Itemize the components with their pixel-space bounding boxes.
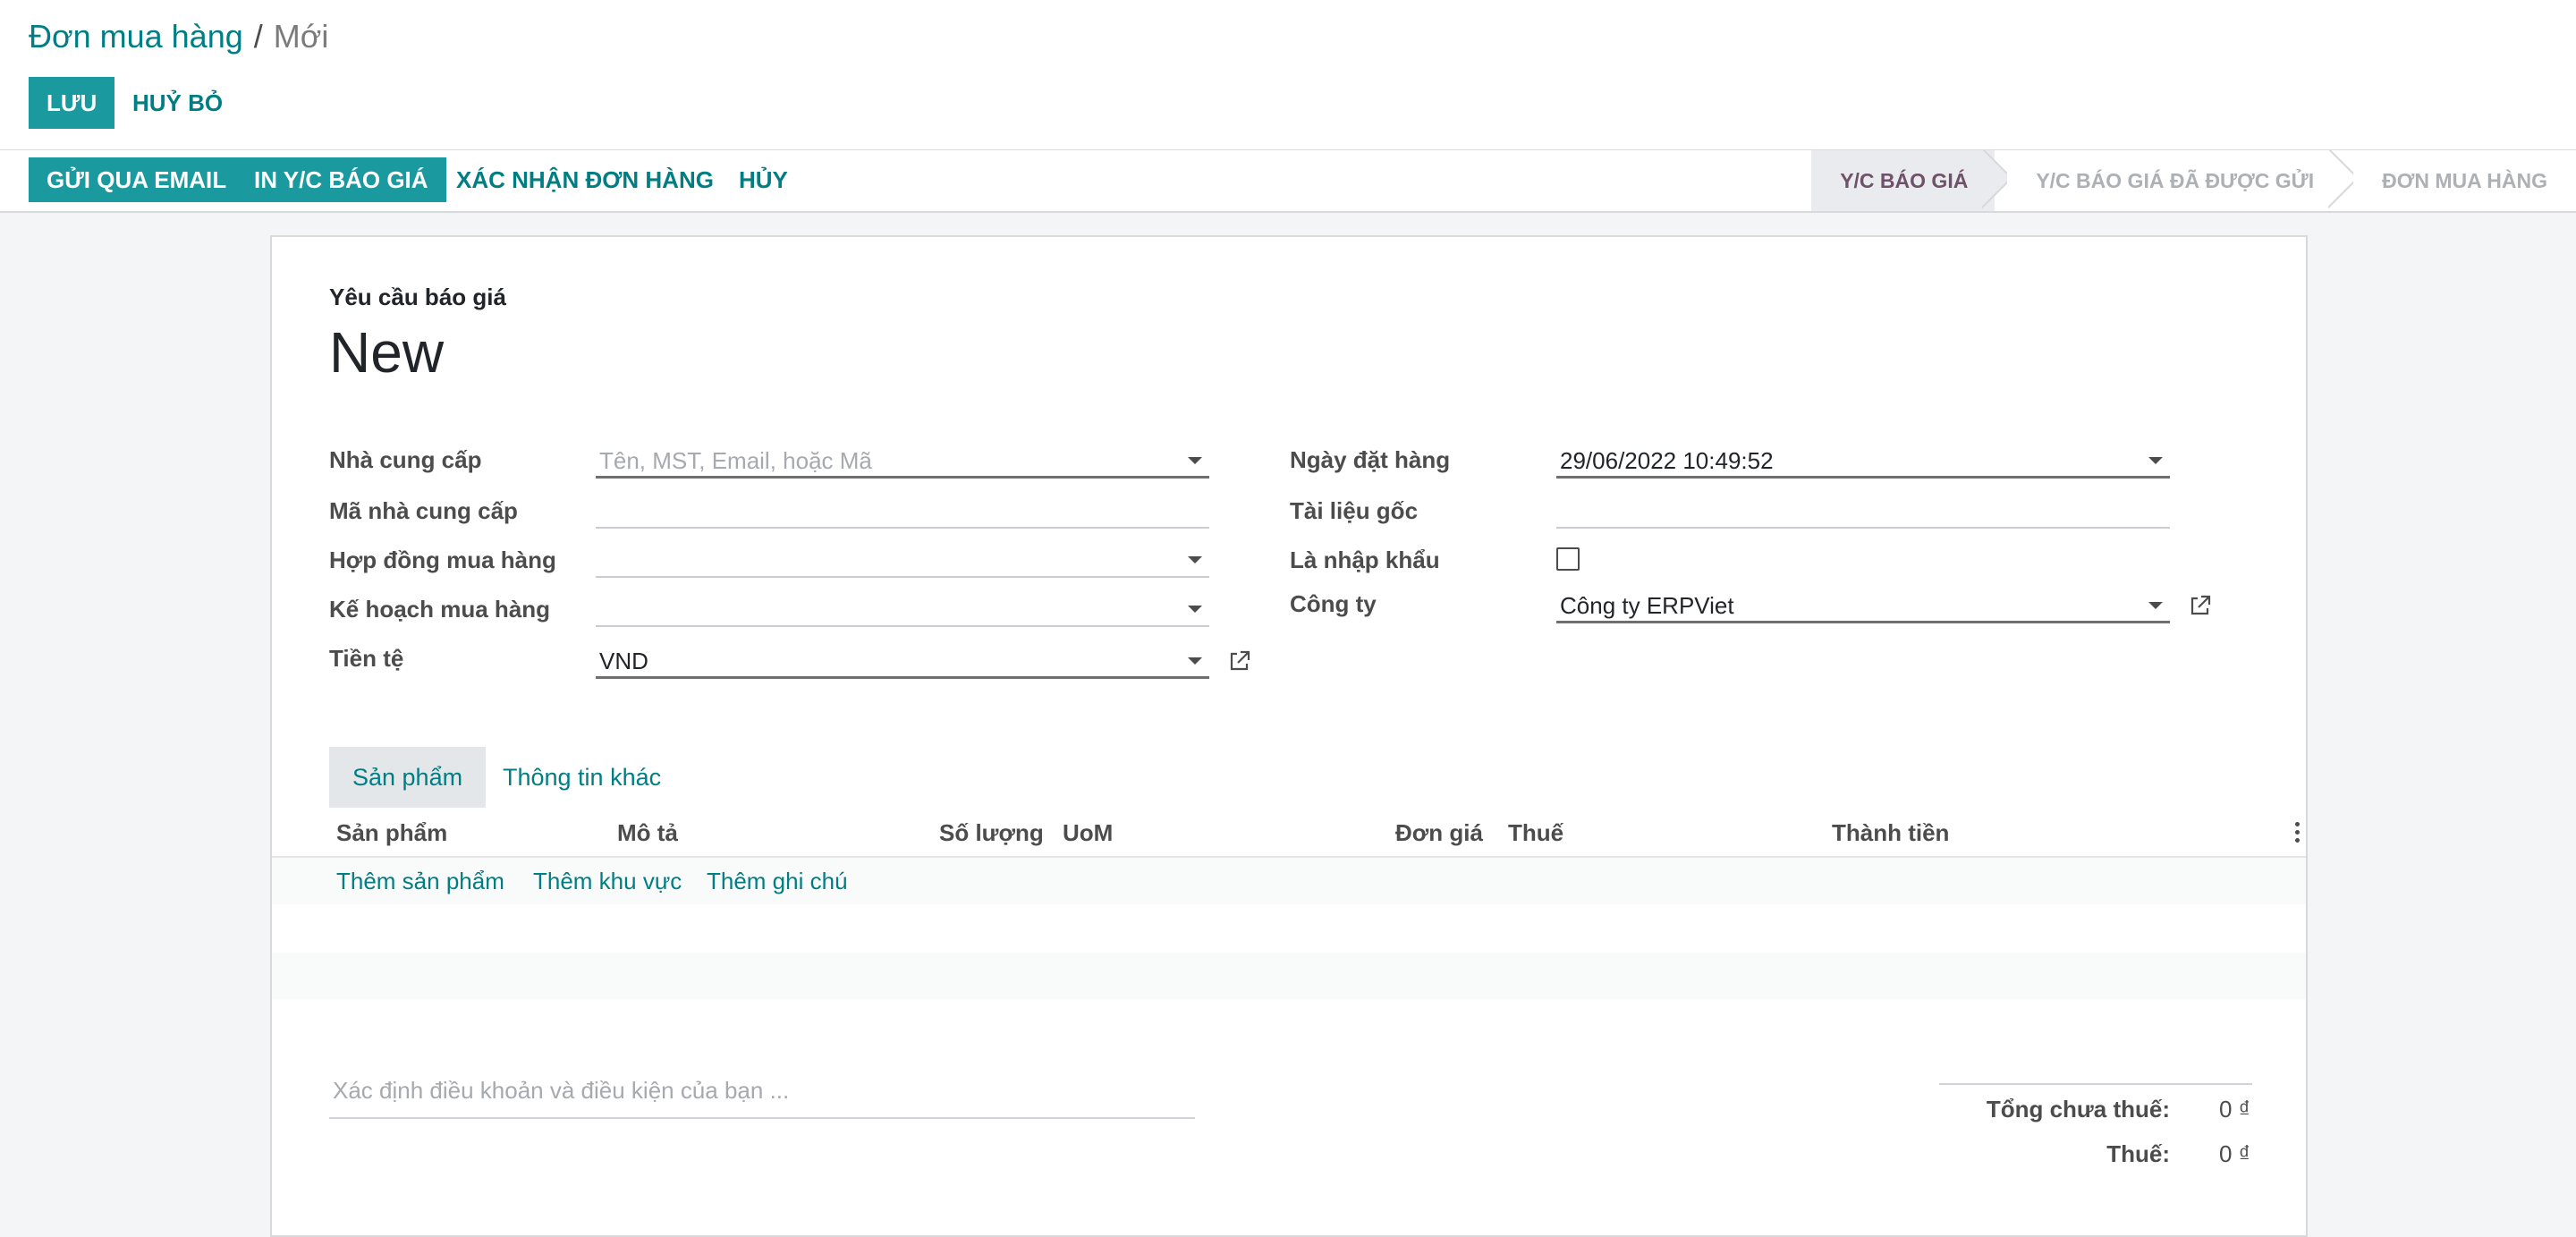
column-taxes[interactable]: Thuế [1508,815,1563,851]
column-description[interactable]: Mô tả [617,815,678,851]
purchase-plan-input[interactable] [596,591,1209,627]
company-input[interactable]: Công ty ERPViet [1556,588,2170,623]
stage-rfq-sent[interactable]: Y/C BÁO GIÁ ĐÃ ĐƯỢC GỬI [1995,150,2342,211]
external-link-icon[interactable] [2188,593,2213,618]
stage-rfq[interactable]: Y/C BÁO GIÁ [1811,150,1996,211]
form-sheet: Yêu cầu báo giá New Nhà cung cấp Tên, MS… [270,235,2308,1237]
terms-input[interactable]: Xác định điều khoản và điều kiện của bạn… [329,1069,1195,1119]
purchase-contract-label: Hợp đồng mua hàng [329,546,556,573]
statusbar: GỬI QUA EMAIL IN Y/C BÁO GIÁ XÁC NHẬN ĐƠ… [0,150,2576,213]
caret-down-icon [1188,657,1202,665]
currency-value: VND [599,648,648,674]
caret-down-icon [1188,556,1202,563]
breadcrumb: Đơn mua hàng / Mới [29,18,328,55]
add-note-link[interactable]: Thêm ghi chú [707,863,848,899]
vendor-ref-label: Mã nhà cung cấp [329,497,518,524]
stage-rfq-label: Y/C BÁO GIÁ [1840,169,1969,192]
add-section-link[interactable]: Thêm khu vực [533,863,682,899]
order-date-label: Ngày đặt hàng [1290,446,1451,473]
tab-products[interactable]: Sản phẩm [329,747,487,808]
is-import-checkbox[interactable] [1556,547,1580,571]
vendor-input[interactable]: Tên, MST, Email, hoặc Mã [596,443,1209,479]
tab-other-info[interactable]: Thông tin khác [479,747,684,808]
cancel-order-button[interactable]: HỦY [721,157,806,202]
column-uom[interactable]: UoM [1063,815,1113,851]
company-label: Công ty [1290,590,1377,617]
chevron-right-icon [2328,150,2353,211]
untaxed-amount-value: 0 ₫ [2218,1096,2250,1123]
currency-label: Tiền tệ [329,645,404,672]
tax-amount-value: 0 ₫ [2218,1140,2250,1167]
stage-steps: Y/C BÁO GIÁ Y/C BÁO GIÁ ĐÃ ĐƯỢC GỬI ĐƠN … [1811,150,2576,211]
discard-button[interactable]: HUỶ BỎ [114,77,241,129]
print-rfq-button[interactable]: IN Y/C BÁO GIÁ [236,157,446,202]
order-date-input[interactable]: 29/06/2022 10:49:52 [1556,443,2170,479]
stage-purchase-order-label: ĐƠN MUA HÀNG [2382,169,2547,192]
column-subtotal[interactable]: Thành tiền [1832,815,1949,851]
table-row [272,953,2306,999]
purchase-plan-label: Kế hoạch mua hàng [329,596,551,623]
currency-input[interactable]: VND [596,643,1209,679]
stage-purchase-order[interactable]: ĐƠN MUA HÀNG [2341,150,2576,211]
caret-down-icon [2148,602,2163,609]
company-value: Công ty ERPViet [1560,592,1734,619]
is-import-label: Là nhập khẩu [1290,546,1440,573]
tax-amount-label: Thuế: [2106,1140,2170,1167]
control-panel: Đơn mua hàng / Mới LƯU HUỶ BỎ [0,0,2576,151]
totals-divider [1939,1083,2252,1085]
document-title: New [329,320,445,385]
order-date-value: 29/06/2022 10:49:52 [1560,447,1774,474]
add-product-link[interactable]: Thêm sản phẩm [336,863,504,899]
vendor-placeholder: Tên, MST, Email, hoặc Mã [599,447,872,474]
document-type-label: Yêu cầu báo giá [329,284,506,310]
column-product[interactable]: Sản phẩm [336,815,447,851]
caret-down-icon [1188,457,1202,464]
confirm-order-button[interactable]: XÁC NHẬN ĐƠN HÀNG [438,157,732,202]
external-link-icon[interactable] [1227,648,1252,674]
breadcrumb-separator: / [253,18,263,55]
chevron-right-icon [1982,150,2007,211]
save-button[interactable]: LƯU [29,77,115,129]
column-quantity[interactable]: Số lượng [939,815,1044,851]
send-email-button[interactable]: GỬI QUA EMAIL [29,157,245,202]
caret-down-icon [1188,606,1202,613]
untaxed-amount-label: Tổng chưa thuế: [1986,1096,2170,1123]
caret-down-icon [2148,457,2163,464]
breadcrumb-parent-link[interactable]: Đơn mua hàng [29,18,243,55]
stage-rfq-sent-label: Y/C BÁO GIÁ ĐÃ ĐƯỢC GỬI [2036,169,2315,192]
vendor-ref-input[interactable] [596,493,1209,529]
breadcrumb-current: Mới [273,18,329,55]
source-document-label: Tài liệu gốc [1290,497,1419,524]
purchase-contract-input[interactable] [596,542,1209,578]
vendor-label: Nhà cung cấp [329,446,482,473]
column-unit-price[interactable]: Đơn giá [1395,815,1483,851]
column-options-icon[interactable] [2295,822,2301,845]
source-document-input[interactable] [1556,493,2170,529]
